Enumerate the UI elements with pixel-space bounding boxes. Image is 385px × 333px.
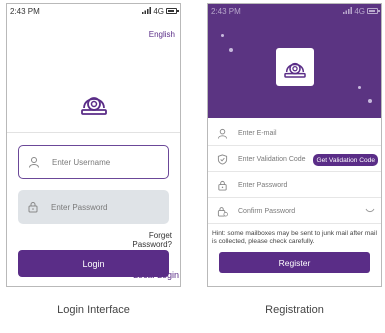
battery-icon	[367, 8, 380, 14]
status-time: 2:43 PM	[10, 6, 40, 16]
user-icon	[28, 156, 40, 168]
battery-icon	[166, 8, 179, 14]
username-placeholder: Enter Username	[52, 157, 111, 167]
signal-icon	[142, 6, 152, 16]
status-bar: 2:43 PM 4G	[208, 4, 381, 18]
user-icon	[217, 128, 228, 139]
registration-caption: Registration	[265, 304, 324, 316]
username-input[interactable]: Enter Username	[18, 145, 169, 179]
register-password-field[interactable]: Enter Password	[208, 174, 381, 198]
forget-password-link[interactable]: Forget Password?	[112, 231, 172, 249]
login-screen: 2:43 PM 4G English Enter Username Enter …	[6, 3, 181, 287]
language-selector[interactable]: English	[149, 30, 175, 39]
status-time: 2:43 PM	[211, 6, 241, 16]
network-label: 4G	[354, 6, 365, 16]
signal-icon	[343, 6, 353, 16]
lock-icon	[217, 180, 228, 191]
divider	[7, 132, 180, 133]
shield-check-icon	[217, 154, 228, 165]
status-bar: 2:43 PM 4G	[7, 4, 180, 18]
decor-dot	[358, 86, 361, 89]
confirm-password-field[interactable]: Confirm Password	[208, 200, 381, 224]
code-placeholder: Enter Validation Code	[238, 156, 306, 163]
register-password-placeholder: Enter Password	[238, 182, 288, 189]
network-label: 4G	[153, 6, 164, 16]
lock-icon	[27, 201, 39, 213]
register-button[interactable]: Register	[219, 252, 370, 273]
get-validation-code-button[interactable]: Get Validation Code	[313, 154, 378, 166]
email-field[interactable]: Enter E-mail	[208, 122, 381, 146]
forget-line-1: Forget	[148, 231, 172, 240]
registration-screen: 2:43 PM 4G Enter E-mail Enter Validation…	[207, 3, 382, 287]
decor-dot	[368, 99, 372, 103]
decor-dot	[221, 34, 224, 37]
password-placeholder: Enter Password	[51, 202, 108, 212]
camera-logo-icon	[275, 48, 314, 86]
local-login-link[interactable]: Local Login	[133, 270, 179, 280]
decor-dot	[229, 48, 233, 52]
forget-line-2: Password?	[132, 240, 172, 249]
password-input[interactable]: Enter Password	[18, 190, 169, 224]
junk-mail-hint: Hint: some mailboxes may be sent to junk…	[212, 230, 377, 245]
login-caption: Login Interface	[57, 304, 130, 316]
camera-logo-icon	[76, 84, 112, 120]
confirm-placeholder: Confirm Password	[238, 208, 296, 215]
email-placeholder: Enter E-mail	[238, 130, 277, 137]
eye-closed-icon[interactable]	[365, 208, 375, 214]
validation-code-field[interactable]: Enter Validation Code Get Validation Cod…	[208, 148, 381, 172]
lock-check-icon	[217, 206, 228, 217]
